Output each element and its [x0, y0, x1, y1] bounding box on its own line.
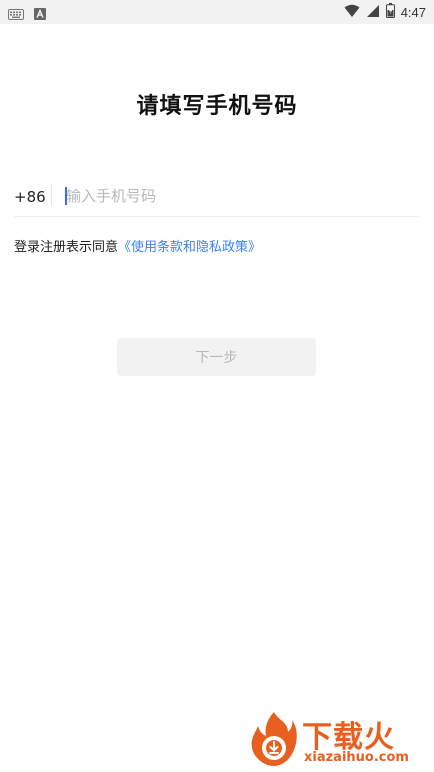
agreement-text: 登录注册表示同意《使用条款和隐私政策》 [14, 236, 261, 255]
phone-input-row: +86 [14, 180, 420, 217]
divider [51, 184, 52, 206]
battery-icon [385, 2, 395, 22]
signal-icon [366, 3, 380, 22]
next-button[interactable]: 下一步 [117, 338, 316, 376]
a-icon [34, 5, 46, 24]
agreement-prefix: 登录注册表示同意 [14, 240, 119, 255]
keyboard-icon [8, 5, 24, 24]
watermark: 下载火 xiazaihuo.com [248, 710, 428, 768]
fire-logo-icon [248, 710, 300, 772]
phone-number-input[interactable] [62, 182, 406, 210]
status-bar: 4:47 [0, 0, 434, 24]
country-code[interactable]: +86 [14, 188, 46, 206]
status-time: 4:47 [400, 4, 426, 20]
text-cursor [65, 187, 67, 205]
wifi-icon [344, 3, 360, 22]
terms-privacy-link[interactable]: 《使用条款和隐私政策》 [118, 240, 261, 255]
watermark-url: xiazaihuo.com [304, 750, 409, 765]
page-title: 请填写手机号码 [136, 94, 298, 119]
status-left [8, 5, 46, 24]
status-right: 4:47 [344, 2, 426, 22]
